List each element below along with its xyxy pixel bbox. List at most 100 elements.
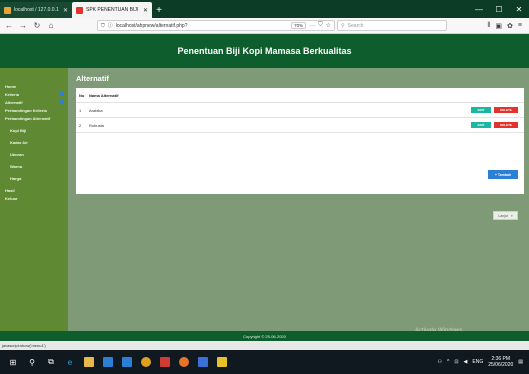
browser-tab-phpmyadmin[interactable]: localhost / 127.0.0.1 / ahpstre ✕ [0,2,72,18]
task-view-icon[interactable]: ⧉ [46,357,56,367]
people-icon[interactable]: ⚇ [437,359,441,365]
chevron-right-icon: » [510,213,513,218]
sidebar-item-label: Ukuran [10,151,24,157]
back-icon[interactable]: ← [3,20,15,32]
search-icon[interactable]: ⚲ [27,357,37,367]
file-explorer-icon[interactable] [84,357,94,367]
screen: localhost / 127.0.0.1 / ahpstre ✕ SPK PE… [0,0,529,374]
clock-date: 25/06/2020 [488,362,514,368]
browser-toolbar-right: ⫴ ▣ ✿ ≡ [487,22,526,30]
copyright-text: Copyright © 25-06-2020 [243,333,286,339]
info-icon: ⓘ [107,23,113,29]
search-placeholder: Search [347,22,364,29]
sidebar-item-label: Perbandingan Kriteria [5,107,47,113]
phpmyadmin-icon [4,6,11,14]
sidebar-item-label: Hasil [5,187,15,193]
sidebar-item-kadar-air[interactable]: Kadar Air [5,138,64,146]
browser-navbar: ← → ↻ ⌂ ⛉ ⓘ localhost/ahpnew/alternatif.… [0,18,529,34]
sidebar-item-ukuran[interactable]: Ukuran [5,150,64,158]
add-alternatif-button[interactable]: + Tambah [488,170,518,179]
app-blue-icon[interactable] [198,357,208,367]
store-icon[interactable] [103,357,113,367]
main-content: Alternatif No Nama Alternatif 1 Arabika … [68,68,529,365]
shield-icon: ⛉ [101,22,105,29]
app-header: Penentuan Biji Kopi Mamasa Berkualitas [0,34,529,68]
close-tab-icon[interactable]: ✕ [63,7,68,14]
maximize-icon[interactable]: ☐ [489,0,509,18]
address-bar[interactable]: ⛉ ⓘ localhost/ahpnew/alternatif.php? 70%… [97,20,335,31]
clock[interactable]: 2:36 PM 25/06/2020 [488,356,513,368]
sidebar-item-perbandingan-kriteria[interactable]: Perbandingan Kriteria [5,106,64,114]
close-tab-icon[interactable]: ✕ [143,7,148,14]
sidebar-item-kriteria[interactable]: Kriteria [5,90,64,98]
delete-button[interactable]: DELETE [494,107,518,113]
new-tab-button[interactable]: + [152,2,166,18]
volume-icon[interactable]: ◀ [464,359,468,365]
reload-icon[interactable]: ↻ [31,20,43,32]
next-button[interactable]: Lanjut » [493,211,518,220]
sidebar-item-home[interactable]: Home [5,82,64,90]
status-link-text: javascript:show('menu1') [2,343,46,348]
zoom-level[interactable]: 70% [291,22,307,29]
edge-icon[interactable]: e [65,357,75,367]
notifications-icon[interactable]: ▤ [518,359,523,365]
table-header: No Nama Alternatif [76,88,524,103]
sidebar-item-hasil[interactable]: Hasil [5,186,64,194]
column-header-nama: Nama Alternatif [89,92,119,98]
browser-tabstrip: localhost / 127.0.0.1 / ahpstre ✕ SPK PE… [0,0,529,18]
close-window-icon[interactable]: ✕ [509,0,529,18]
bookmark-star-icon[interactable]: ☆ [326,22,331,29]
edit-button[interactable]: EDIT [471,122,491,128]
row-no: 2 [79,122,82,128]
sidebar-badge [60,100,64,104]
sidebar-item-label: Keluar [5,195,18,201]
home-icon[interactable]: ⌂ [45,20,57,32]
browser-status-line: javascript:show('menu1') [0,341,529,350]
sidebar-item-harga[interactable]: Harga [5,174,64,182]
row-no: 1 [79,107,82,113]
app-red-icon[interactable] [160,357,170,367]
sidebar-item-keluar[interactable]: Keluar [5,194,64,202]
windows-start-icon[interactable]: ⊞ [8,357,18,367]
sidebar-item-alternatif[interactable]: Alternatif [5,98,64,106]
window-controls: — ☐ ✕ [469,0,529,18]
page-viewport: Penentuan Biji Kopi Mamasa Berkualitas H… [0,34,529,365]
page-title: Alternatif [76,74,109,83]
chevron-up-icon[interactable]: ^ [447,359,449,365]
app-yellow-icon[interactable] [217,357,227,367]
sidebar-item-kopi-biji[interactable]: Kopi Biji [5,126,64,134]
system-tray: ⚇ ^ ⊡ ◀ ENG 2:36 PM 25/06/2020 ▤ [437,356,529,368]
tab-label: localhost / 127.0.0.1 / ahpstre [14,7,60,13]
menu-icon[interactable]: ≡ [518,22,522,30]
sidebar-item-label: Kadar Air [10,139,28,145]
sidebar-item-warna[interactable]: Warna [5,162,64,170]
row-actions: EDIT DELETE [464,107,524,113]
sidebar-item-label: Harga [10,175,22,181]
url-text: localhost/ahpnew/alternatif.php? [115,22,188,29]
windows-taskbar: ⊞ ⚲ ⧉ e ⚇ ^ ⊡ ◀ ENG 2:36 PM 25/06/2020 ▤ [0,350,529,374]
delete-button[interactable]: DELETE [494,122,518,128]
forward-icon[interactable]: → [17,20,29,32]
search-input[interactable]: ⚲ Search [337,20,447,31]
mail-icon[interactable] [122,357,132,367]
row-name: Arabika [89,107,103,113]
library-icon[interactable]: ⫴ [487,22,490,30]
firefox-icon[interactable] [179,357,189,367]
sidebar-item-label: Kriteria [5,91,20,97]
sidebar-badge [60,92,64,96]
sidebar-item-perbandingan-alternatif[interactable]: Perbandingan Alternatif [5,114,64,122]
browser-tab-spk[interactable]: SPK PENENTUAN BIJI KOPI BE ✕ [72,2,152,18]
page-actions-icon[interactable]: ··· [309,23,315,29]
reader-view-icon[interactable]: ▣ [495,22,502,30]
language-indicator[interactable]: ENG [472,359,483,365]
sidebar-item-label: Warna [10,163,23,169]
chrome-icon[interactable] [141,357,151,367]
minimize-icon[interactable]: — [469,0,489,18]
edit-button[interactable]: EDIT [471,107,491,113]
tab-label: SPK PENENTUAN BIJI KOPI BE [86,7,140,13]
extension-icon[interactable]: ✿ [507,22,513,30]
row-name: Robusta [89,122,104,128]
alternatif-card: No Nama Alternatif 1 Arabika EDIT DELETE… [76,88,524,194]
pocket-icon[interactable]: ⛉ [318,22,323,29]
network-icon[interactable]: ⊡ [454,359,458,365]
